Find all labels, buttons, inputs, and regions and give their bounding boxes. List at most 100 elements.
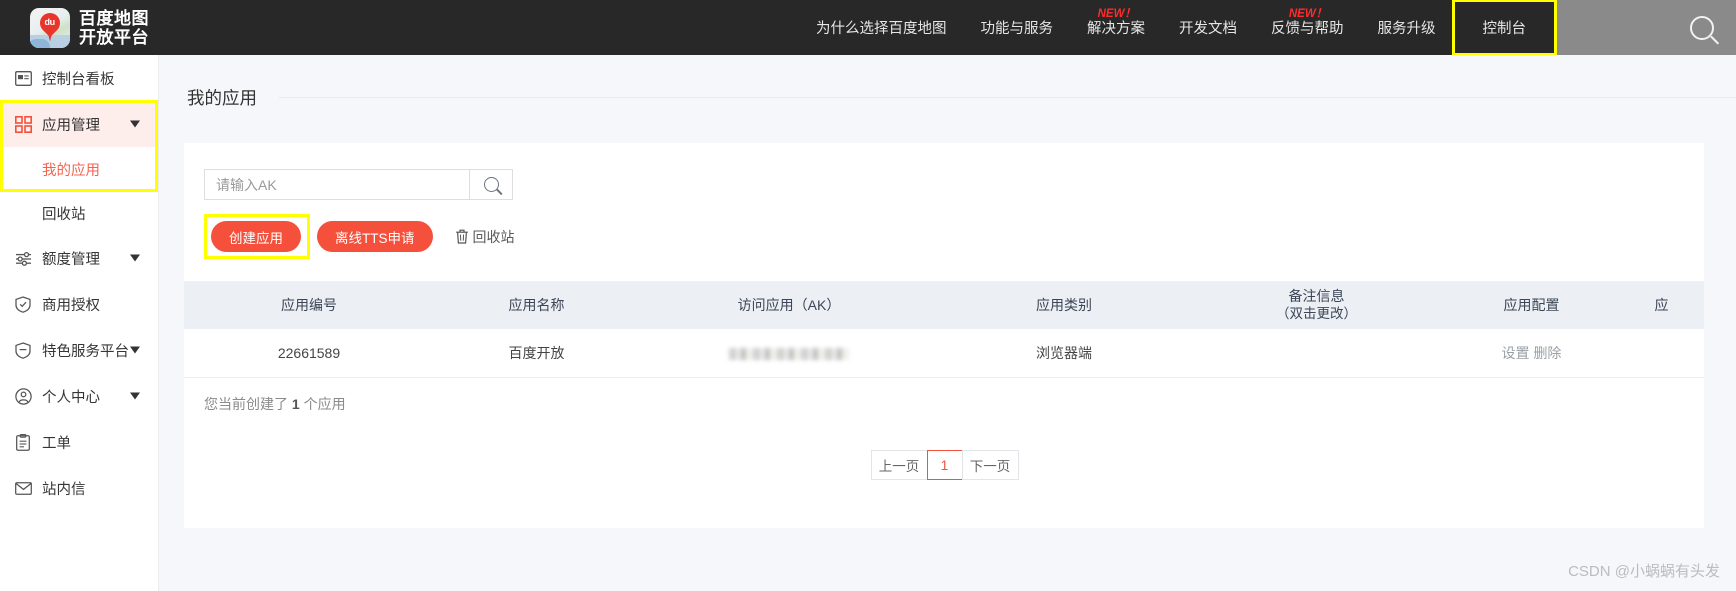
shield-check-icon [14,295,32,313]
sidebar-item-my-apps[interactable]: 我的应用 [0,147,158,191]
apps-panel: 创建应用 离线TTS申请 回收站 应用编号 应用名称 访问应用（AK） 应用类别 [184,143,1704,528]
brand-title-line1: 百度地图 [79,8,149,28]
count-suffix: 个应用 [299,396,346,412]
nav-label-6: 控制台 [1482,21,1527,37]
sidebar-label-commercial-license: 商用授权 [42,297,100,314]
new-badge-2: NEW！ [1097,8,1136,20]
sidebar-item-inbox[interactable]: 站内信 [0,465,158,511]
body-container: 控制台看板 应用管理 我的应用 回收站 额度管理 商用授权 特色服务平台 个人中… [0,55,1736,591]
column-header-remark-sub: （双击更改） [1276,306,1357,321]
envelope-icon [14,479,32,497]
recycle-bin-link[interactable]: 回收站 [455,227,515,247]
count-prefix: 您当前创建了 [204,396,292,412]
top-navigation-bar: du 百度地图 开放平台 为什么选择百度地图 功能与服务 NEW！ 解决方案 开… [0,0,1736,56]
nav-label-1: 功能与服务 [980,21,1054,37]
sidebar-label-my-apps: 我的应用 [42,162,100,179]
ak-search-row [184,143,1704,200]
brand-title-line2: 开放平台 [79,27,149,47]
nav-item-features-services[interactable]: 功能与服务 [964,0,1071,55]
count-value: 1 [291,396,300,412]
main-content: 我的应用 创建应用 离线TTS申请 回收站 [159,55,1736,591]
sidebar-item-commercial-license[interactable]: 商用授权 [0,281,158,327]
pagination-prev-button[interactable]: 上一页 [870,450,928,480]
chevron-down-icon-app-management[interactable] [130,120,140,128]
header-divider [279,97,1736,98]
pagination-next-button[interactable]: 下一页 [961,450,1019,480]
sidebar-label-quota-management: 额度管理 [42,251,100,268]
global-search-box[interactable] [1556,0,1736,55]
cell-app-category: 浏览器端 [1036,345,1092,361]
pagination-page-1[interactable]: 1 [926,450,963,480]
page-header: 我的应用 [159,55,1736,110]
cell-ak [639,345,939,361]
nav-item-dev-docs[interactable]: 开发文档 [1162,0,1254,55]
brand-logo-area[interactable]: du 百度地图 开放平台 [30,7,149,48]
column-header-ak: 访问应用（AK） [737,296,841,313]
sidebar-item-personal-center[interactable]: 个人中心 [0,373,158,419]
delete-link[interactable]: 删除 [1533,345,1561,361]
nav-item-solutions[interactable]: NEW！ 解决方案 [1070,0,1162,55]
sidebar-item-dashboard[interactable]: 控制台看板 [0,55,158,101]
column-header-app-category: 应用类别 [1036,296,1092,313]
map-pin-icon: du [35,8,65,37]
create-app-button[interactable]: 创建应用 [211,221,301,252]
page-title: 我的应用 [187,88,257,108]
nav-label-0: 为什么选择百度地图 [816,21,947,37]
sidebar-label-app-management: 应用管理 [42,117,100,134]
nav-label-5: 服务升级 [1377,21,1436,37]
dashboard-icon [14,69,32,87]
trash-icon [455,229,469,244]
chevron-down-icon-featured[interactable] [130,346,140,354]
sidebar-label-work-order: 工单 [42,435,71,452]
masked-ak-value [729,348,849,361]
sidebar-item-work-order[interactable]: 工单 [0,419,158,465]
nav-item-service-upgrade[interactable]: 服务升级 [1361,0,1453,55]
sidebar-item-recycle-bin[interactable]: 回收站 [0,191,158,235]
cell-app-id: 22661589 [277,345,341,361]
column-header-remark-main: 备注信息 [1288,288,1345,304]
nav-item-why-baidu-map[interactable]: 为什么选择百度地图 [799,0,964,55]
recycle-bin-label: 回收站 [472,228,515,245]
clipboard-icon [14,433,32,451]
new-badge-4: NEW！ [1288,8,1328,20]
column-header-app-name: 应用名称 [508,296,565,313]
action-button-row: 创建应用 离线TTS申请 回收站 [184,200,1704,259]
column-header-remark: 备注信息 （双击更改） [1189,288,1444,322]
apps-grid-icon [14,115,32,133]
search-input[interactable] [204,169,469,200]
cell-app-config: 设置 删除 [1444,343,1619,363]
sidebar-item-featured-service-platform[interactable]: 特色服务平台 [0,327,158,373]
sliders-icon [14,249,32,267]
baidu-map-logo-icon: du [30,7,70,48]
brand-title: 百度地图 开放平台 [79,9,149,47]
app-count-line: 您当前创建了 1 个应用 [184,378,1704,414]
sidebar-label-featured-service-platform: 特色服务平台 [42,343,129,360]
user-circle-icon [14,387,32,405]
shield-minus-icon [14,341,32,359]
table-row[interactable]: 22661589 百度开放 浏览器端 设置 删除 [184,329,1704,378]
apps-table: 应用编号 应用名称 访问应用（AK） 应用类别 备注信息 （双击更改） 应用配置… [184,281,1704,378]
nav-item-console[interactable]: 控制台 [1451,0,1557,56]
logo-du-text: du [44,16,55,27]
sidebar-label-inbox: 站内信 [42,481,86,498]
offline-tts-apply-button[interactable]: 离线TTS申请 [317,221,433,252]
column-header-app-config: 应用配置 [1503,296,1560,313]
sidebar-item-quota-management[interactable]: 额度管理 [0,235,158,281]
settings-link[interactable]: 设置 [1502,345,1530,361]
main-nav: 为什么选择百度地图 功能与服务 NEW！ 解决方案 开发文档 NEW！ 反馈与帮… [799,0,1736,56]
sidebar-label-personal-center: 个人中心 [42,389,100,406]
column-header-truncated: 应 [1654,296,1669,313]
nav-label-3: 开发文档 [1179,21,1237,37]
search-icon[interactable] [1690,15,1714,40]
table-header-row: 应用编号 应用名称 访问应用（AK） 应用类别 备注信息 （双击更改） 应用配置… [184,281,1704,329]
pagination: 上一页 1 下一页 [184,450,1704,480]
left-sidebar: 控制台看板 应用管理 我的应用 回收站 额度管理 商用授权 特色服务平台 个人中… [0,55,159,591]
search-button[interactable] [469,169,513,200]
nav-item-feedback-help[interactable]: NEW！ 反馈与帮助 [1254,0,1361,55]
watermark: CSDN @小蜗蜗有头发 [1568,563,1720,580]
sidebar-item-app-management[interactable]: 应用管理 [0,101,158,147]
search-icon [483,177,499,192]
chevron-down-icon-quota[interactable] [130,254,140,262]
sidebar-label-dashboard: 控制台看板 [42,71,115,88]
chevron-down-icon-personal[interactable] [130,392,140,400]
